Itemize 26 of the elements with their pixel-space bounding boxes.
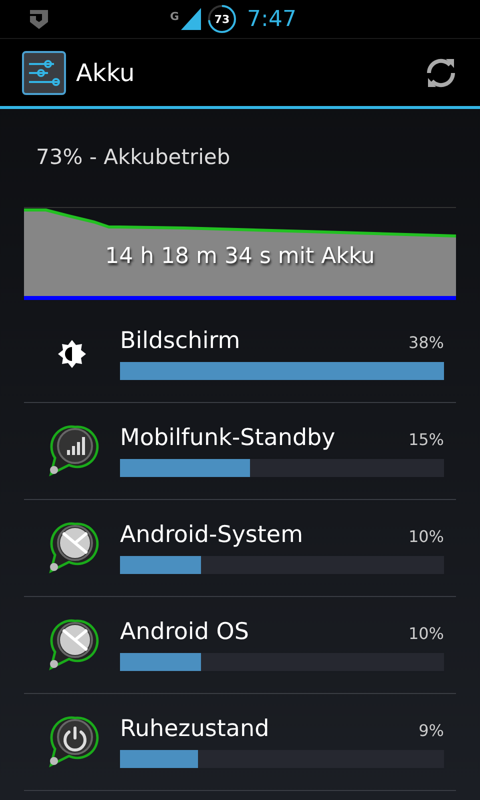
usage-name: Android OS bbox=[120, 619, 249, 645]
usage-percent: 10% bbox=[408, 527, 444, 546]
signal-icon bbox=[181, 8, 202, 30]
usage-row[interactable]: Mobilfunk-Standby 15% bbox=[24, 403, 456, 500]
network-type: G bbox=[170, 10, 180, 23]
usage-percent: 9% bbox=[418, 721, 444, 740]
clock: 7:47 bbox=[247, 6, 296, 32]
settings-app-icon[interactable] bbox=[22, 50, 66, 94]
usage-name: Mobilfunk-Standby bbox=[120, 425, 336, 451]
battery-status: 73% - Akkubetrieb bbox=[35, 144, 232, 171]
battery-ring-icon bbox=[207, 4, 238, 34]
usage-name: Bildschirm bbox=[120, 328, 240, 354]
usage-row[interactable]: Bildschirm 38% bbox=[24, 306, 456, 403]
usage-name: Ruhezustand bbox=[120, 716, 270, 742]
shield-icon bbox=[28, 8, 50, 30]
usage-row[interactable]: Android OS 10% bbox=[24, 597, 456, 694]
usage-name: Android-System bbox=[120, 522, 303, 548]
usage-percent: 15% bbox=[408, 430, 444, 449]
brightness-icon bbox=[57, 339, 87, 369]
usage-percent: 38% bbox=[408, 333, 444, 352]
usage-row[interactable]: Android-System 10% bbox=[24, 500, 456, 597]
battery-duration: 14 h 18 m 34 s mit Akku bbox=[104, 244, 376, 269]
battery-percent: 73 bbox=[214, 12, 230, 26]
screen-title: Akku bbox=[76, 58, 136, 86]
usage-row[interactable]: Ruhezustand 9% bbox=[24, 694, 456, 791]
usage-percent: 10% bbox=[408, 624, 444, 643]
